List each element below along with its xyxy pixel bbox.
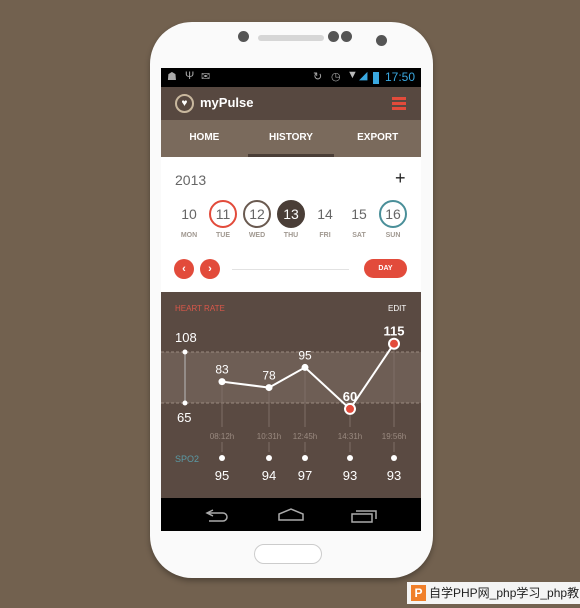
time-label: 08:12h: [210, 432, 234, 441]
day-number: 14: [317, 206, 333, 222]
day-label: WED: [248, 232, 266, 239]
day-mon[interactable]: 10 MON: [174, 200, 204, 239]
day-number: 15: [351, 206, 367, 222]
time-label: 14:31h: [338, 432, 362, 441]
spo2-point: [302, 455, 308, 461]
day-label: TUE: [216, 232, 230, 239]
sync-icon: ↻: [313, 71, 323, 83]
spo2-point: [391, 455, 397, 461]
hamburger-menu-icon[interactable]: [392, 97, 406, 110]
battery-icon: [373, 72, 379, 84]
tab-bar: HOME HISTORY EXPORT: [161, 120, 421, 157]
phone-sensor: [328, 31, 339, 42]
range-low-label: 65: [177, 410, 191, 425]
heart-rate-value: 95: [298, 348, 312, 362]
heart-rate-chart: HEART RATE EDIT 108 65 SPO2 83 08:12h 95 78 10:…: [161, 292, 421, 498]
heart-rate-point: [265, 384, 273, 392]
heart-rate-point: [346, 404, 354, 413]
nav-bar: [161, 498, 421, 531]
range-high-dot: [182, 349, 188, 355]
next-button[interactable]: ›: [200, 259, 220, 279]
heart-rate-value: 83: [215, 363, 229, 377]
day-sun[interactable]: 16 SUN: [378, 200, 408, 239]
recents-icon[interactable]: [351, 510, 377, 523]
spo2-value: 94: [262, 468, 276, 483]
signal-icon: ◢: [359, 70, 368, 82]
android-icon: ☗: [167, 71, 177, 83]
day-thu[interactable]: 13 THU: [276, 200, 306, 239]
watermark-text: 自学PHP网_php学习_php教: [429, 586, 580, 600]
app-title: myPulse: [200, 95, 254, 110]
year-label: 2013: [175, 172, 207, 188]
heart-rate-point: [218, 378, 226, 386]
screen: ☗ Ψ ✉ ↻ ◷ ▼ ◢ 17:50 ♥ myPulse HOME HISTO…: [161, 68, 421, 531]
alarm-icon: ◷: [331, 71, 341, 83]
gmail-icon: ✉: [201, 71, 211, 83]
range-low-dot: [182, 400, 188, 406]
tab-export[interactable]: EXPORT: [334, 120, 421, 157]
spo2-point: [219, 455, 225, 461]
heart-rate-value: 78: [262, 369, 276, 383]
time-label: 19:56h: [382, 432, 406, 441]
spo2-point: [266, 455, 272, 461]
time-label: 12:45h: [293, 432, 317, 441]
day-number: 12: [243, 200, 271, 228]
day-number: 16: [379, 200, 407, 228]
heart-icon: ♥: [175, 94, 194, 113]
day-label: THU: [283, 232, 299, 239]
app-bar: ♥ myPulse: [161, 87, 421, 120]
day-label: MON: [180, 232, 198, 239]
wifi-icon: ▼: [347, 69, 358, 81]
heart-rate-point: [390, 339, 398, 348]
phone-sensor: [238, 31, 249, 42]
add-button[interactable]: +: [395, 168, 406, 189]
day-label: SUN: [385, 232, 401, 239]
time-label: 10:31h: [257, 432, 281, 441]
day-label: SAT: [352, 232, 366, 239]
watermark: P 自学PHP网_php学习_php教: [407, 582, 580, 604]
spo2-value: 97: [298, 468, 312, 483]
day-tue[interactable]: 11 TUE: [208, 200, 238, 239]
phone-speaker: [258, 35, 324, 41]
divider: [232, 269, 349, 270]
tab-history[interactable]: HISTORY: [247, 120, 335, 157]
day-number: 13: [277, 200, 305, 228]
day-fri[interactable]: 14 FRI: [310, 200, 340, 239]
spo2-value: 93: [387, 468, 401, 483]
range-high-label: 108: [175, 330, 197, 345]
tab-home[interactable]: HOME: [161, 120, 248, 157]
chart-plot: 108 65 SPO2 83 08:12h 95 78 10:31h 94 95 12:45h 97 6…: [161, 324, 421, 483]
spo2-point: [347, 455, 353, 461]
heart-rate-point: [301, 363, 309, 371]
day-range-button[interactable]: DAY: [364, 259, 407, 278]
home-icon[interactable]: [278, 508, 304, 521]
heart-rate-value: 60: [343, 389, 357, 404]
status-bar: ☗ Ψ ✉ ↻ ◷ ▼ ◢ 17:50: [161, 68, 421, 87]
spo2-value: 93: [343, 468, 357, 483]
status-time: 17:50: [385, 70, 416, 84]
hardware-home-button[interactable]: [254, 544, 322, 564]
spo2-label: SPO2: [175, 454, 199, 464]
day-number: 11: [209, 200, 237, 228]
phone-sensor: [341, 31, 352, 42]
day-number: 10: [181, 206, 197, 222]
spo2-value: 95: [215, 468, 229, 483]
phone-camera: [376, 35, 387, 46]
watermark-logo: P: [411, 585, 426, 601]
day-label: FRI: [319, 232, 331, 239]
day-sat[interactable]: 15 SAT: [344, 200, 374, 239]
prev-button[interactable]: ‹: [174, 259, 194, 279]
day-wed[interactable]: 12 WED: [242, 200, 272, 239]
usb-icon: Ψ: [185, 70, 195, 82]
heart-rate-value: 115: [384, 324, 405, 339]
normal-range-band: [161, 352, 421, 403]
back-icon[interactable]: [205, 509, 228, 522]
